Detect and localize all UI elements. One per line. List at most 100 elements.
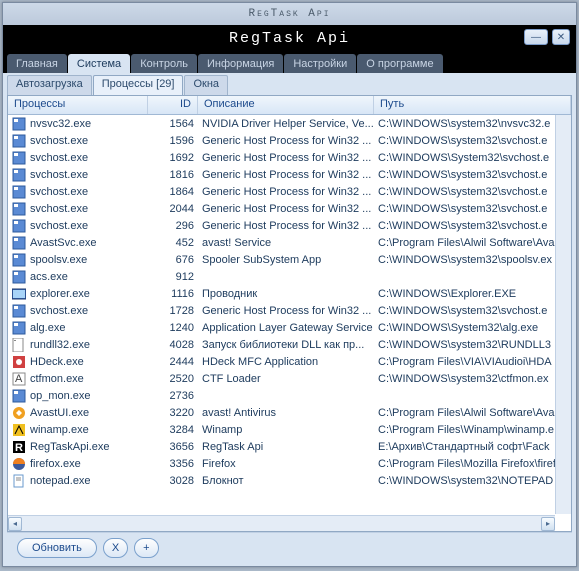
cell-desc: RegTask Api (198, 441, 374, 453)
cell-desc: Проводник (198, 288, 374, 300)
list-header[interactable]: Процессы ID Описание Путь (8, 96, 571, 115)
table-row[interactable]: notepad.exe3028БлокнотC:\WINDOWS\system3… (8, 472, 571, 489)
table-row[interactable]: svchost.exe2044Generic Host Process for … (8, 200, 571, 217)
exe-icon (12, 389, 26, 403)
new-button[interactable]: + (134, 538, 158, 558)
cell-path: E:\Архив\Стандартный софт\Fack (374, 441, 571, 453)
inner-titlebar: RegTask Api — ✕ (3, 25, 576, 51)
sub-tabs: АвтозагрузкаПроцессы [29]Окна (7, 75, 572, 95)
table-row[interactable]: svchost.exe1864Generic Host Process for … (8, 183, 571, 200)
table-row[interactable]: HDeck.exe2444HDeck MFC ApplicationC:\Pro… (8, 353, 571, 370)
cell-id: 452 (148, 237, 198, 249)
cell-path: C:\Program Files\Alwil Software\Ava (374, 407, 571, 419)
cell-id: 2736 (148, 390, 198, 402)
vertical-scrollbar[interactable] (555, 115, 571, 514)
exe-icon (12, 202, 26, 216)
cell-name: svchost.exe (8, 168, 148, 182)
table-row[interactable]: RRegTaskApi.exe3656RegTask ApiE:\Архив\С… (8, 438, 571, 455)
scroll-left-icon[interactable]: ◂ (8, 517, 22, 531)
close-button[interactable]: ✕ (552, 29, 570, 45)
table-row[interactable]: svchost.exe1596Generic Host Process for … (8, 132, 571, 149)
col-path[interactable]: Путь (374, 96, 571, 114)
sub-tab-2[interactable]: Окна (184, 75, 228, 95)
table-row[interactable]: rundll32.exe4028Запуск библиотеки DLL ка… (8, 336, 571, 353)
menu-tab-4[interactable]: Настройки (284, 54, 356, 73)
bottom-toolbar: Обновить X + (7, 532, 572, 562)
table-row[interactable]: alg.exe1240Application Layer Gateway Ser… (8, 319, 571, 336)
cell-id: 912 (148, 271, 198, 283)
content-area: АвтозагрузкаПроцессы [29]Окна Процессы I… (3, 73, 576, 566)
cell-path: C:\WINDOWS\System32\svchost.e (374, 152, 571, 164)
menu-tab-3[interactable]: Информация (198, 54, 283, 73)
cell-desc: Application Layer Gateway Service (198, 322, 374, 334)
exe-icon (12, 321, 26, 335)
menu-tab-0[interactable]: Главная (7, 54, 67, 73)
col-process[interactable]: Процессы (8, 96, 148, 114)
cell-name: svchost.exe (8, 134, 148, 148)
sub-tab-1[interactable]: Процессы [29] (93, 75, 184, 95)
table-row[interactable]: op_mon.exe2736 (8, 387, 571, 404)
menu-tab-1[interactable]: Система (68, 54, 130, 73)
cell-name: nvsvc32.exe (8, 117, 148, 131)
cell-path: C:\WINDOWS\system32\NOTEPAD (374, 475, 571, 487)
cell-id: 1596 (148, 135, 198, 147)
cell-name: svchost.exe (8, 202, 148, 216)
cell-path: C:\WINDOWS\system32\svchost.e (374, 169, 571, 181)
table-row[interactable]: svchost.exe1692Generic Host Process for … (8, 149, 571, 166)
kill-button[interactable]: X (103, 538, 128, 558)
cell-id: 1728 (148, 305, 198, 317)
table-row[interactable]: Actfmon.exe2520CTF LoaderC:\WINDOWS\syst… (8, 370, 571, 387)
menu-tab-2[interactable]: Контроль (131, 54, 197, 73)
cell-name: AvastUI.exe (8, 406, 148, 420)
exe-icon (12, 304, 26, 318)
table-row[interactable]: acs.exe912 (8, 268, 571, 285)
scroll-right-icon[interactable]: ▸ (541, 517, 555, 531)
exe-icon (12, 185, 26, 199)
cell-desc: Запуск библиотеки DLL как пр... (198, 339, 374, 351)
regtask-icon: R (12, 440, 26, 454)
cell-desc: Generic Host Process for Win32 ... (198, 220, 374, 232)
cell-path: C:\WINDOWS\system32\svchost.e (374, 186, 571, 198)
sub-tab-0[interactable]: Автозагрузка (7, 75, 92, 95)
cell-id: 2444 (148, 356, 198, 368)
window-controls: — ✕ (524, 29, 570, 45)
process-rows[interactable]: nvsvc32.exe1564NVIDIA Driver Helper Serv… (8, 115, 571, 514)
cell-name: rundll32.exe (8, 338, 148, 352)
horizontal-scrollbar[interactable]: ◂ ▸ (8, 515, 555, 531)
cell-id: 1116 (148, 288, 198, 300)
cell-path: C:\WINDOWS\Explorer.EXE (374, 288, 571, 300)
table-row[interactable]: svchost.exe296Generic Host Process for W… (8, 217, 571, 234)
table-row[interactable]: svchost.exe1816Generic Host Process for … (8, 166, 571, 183)
outer-titlebar[interactable]: RegTask Api (3, 3, 576, 25)
cell-desc: avast! Antivirus (198, 407, 374, 419)
cell-path: C:\Program Files\Winamp\winamp.e (374, 424, 571, 436)
table-row[interactable]: explorer.exe1116ПроводникC:\WINDOWS\Expl… (8, 285, 571, 302)
cell-name: firefox.exe (8, 457, 148, 471)
col-desc[interactable]: Описание (198, 96, 374, 114)
cell-desc: Блокнот (198, 475, 374, 487)
menu-tab-5[interactable]: О программе (357, 54, 442, 73)
table-row[interactable]: spoolsv.exe676Spooler SubSystem AppC:\WI… (8, 251, 571, 268)
cell-desc: Firefox (198, 458, 374, 470)
process-list-panel: Процессы ID Описание Путь nvsvc32.exe156… (7, 95, 572, 532)
exe-icon (12, 270, 26, 284)
table-row[interactable]: winamp.exe3284WinampC:\Program Files\Win… (8, 421, 571, 438)
cell-id: 296 (148, 220, 198, 232)
cell-name: explorer.exe (8, 287, 148, 301)
cell-desc: Winamp (198, 424, 374, 436)
table-row[interactable]: AvastUI.exe3220avast! AntivirusC:\Progra… (8, 404, 571, 421)
cell-id: 1816 (148, 169, 198, 181)
table-row[interactable]: AvastSvc.exe452avast! ServiceC:\Program … (8, 234, 571, 251)
table-row[interactable]: nvsvc32.exe1564NVIDIA Driver Helper Serv… (8, 115, 571, 132)
minimize-button[interactable]: — (524, 29, 548, 45)
explorer-icon (12, 287, 26, 301)
table-row[interactable]: svchost.exe1728Generic Host Process for … (8, 302, 571, 319)
col-id[interactable]: ID (148, 96, 198, 114)
table-row[interactable]: firefox.exe3356FirefoxC:\Program Files\M… (8, 455, 571, 472)
app-window: RegTask Api RegTask Api — ✕ ГлавнаяСисте… (2, 2, 577, 567)
cell-id: 1240 (148, 322, 198, 334)
inner-title-text: RegTask Api (229, 30, 350, 47)
cell-path: C:\WINDOWS\system32\svchost.e (374, 220, 571, 232)
refresh-button[interactable]: Обновить (17, 538, 97, 558)
cell-id: 3356 (148, 458, 198, 470)
